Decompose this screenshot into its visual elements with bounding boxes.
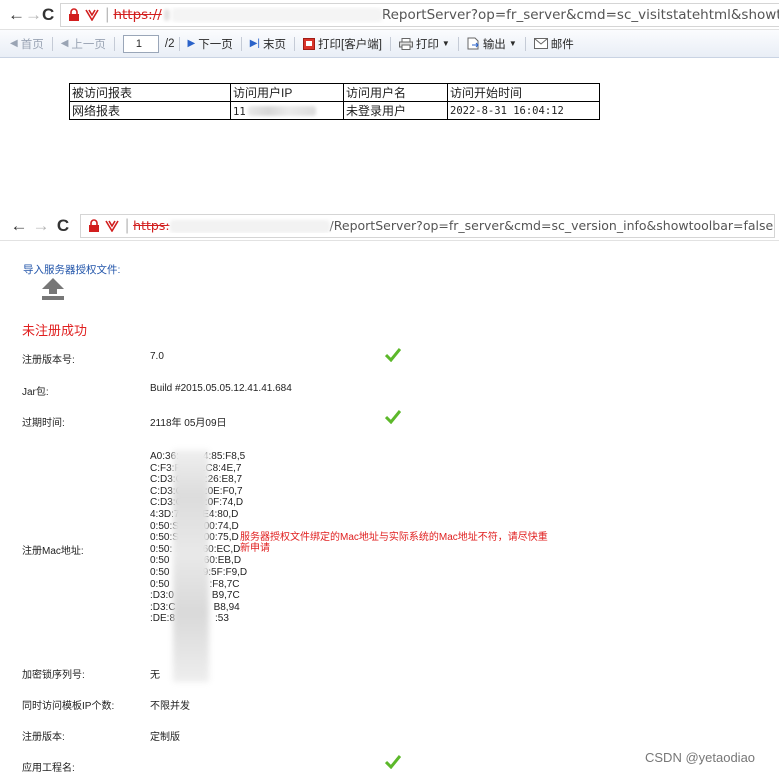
header-cell: 访问用户IP [230,83,344,102]
header-cell: 被访问报表 [69,83,231,102]
printer-icon [398,37,413,50]
next-page-button[interactable]: ▶ 下一页 [184,36,237,52]
lock-serial-value: 无 [150,670,160,681]
chevron-down-icon: ▼ [441,39,450,48]
reload-icon[interactable]: C [42,4,54,26]
reg-version-label: 注册版本号: [22,355,75,366]
security-warning-icon [83,6,101,24]
forward-icon[interactable]: → [25,4,42,26]
url-host-redacted [163,8,170,21]
url-host-redacted [169,220,330,233]
toolbar-divider [457,36,459,51]
toolbar-divider [389,36,391,51]
url-field[interactable]: | https://ReportServer?op=fr_server&cmd=… [60,2,779,27]
mail-icon [533,38,548,49]
header-cell: 访问开始时间 [447,83,600,102]
mac-mismatch-warning: 服务器授权文件绑定的Mac地址与实际系统的Mac地址不符，请尽快重新申请 [240,532,548,554]
registration-status: 未注册成功 [22,323,88,338]
back-icon[interactable]: ← [8,215,30,237]
last-page-button[interactable]: ▶| 末页 [246,36,290,52]
report-toolbar: ◀ 首页 ◀ 上一页 1 /2 ▶ 下一页 ▶| 末页 打印[客户端] 打印 ▼ 输出 ▼ … [0,30,779,58]
url-text: https:// ReportServer?op=fr_server&cmd=sc… [113,7,779,23]
lock-serial-label: 加密锁序列号: [22,670,85,681]
pdf-print-icon [303,37,315,50]
user-name-cell: 未登录用户 [343,101,448,120]
check-icon [385,348,401,362]
ip-redacted [247,106,316,117]
chevron-down-icon: ▼ [508,39,517,48]
url-path: /ReportServer?op=fr_server&cmd=sc_versio… [329,218,774,233]
header-cell: 访问用户名 [343,83,448,102]
app-name-label: 应用工程名: [22,763,75,774]
concurrent-ip-label: 同时访问模板IP个数: [22,701,115,712]
back-icon[interactable]: ← [8,4,25,26]
url-scheme: https: [133,218,170,233]
ip-prefix: 11 [233,105,246,118]
first-page-icon: ◀ [10,38,18,49]
first-page-button[interactable]: ◀ 首页 [6,36,48,52]
user-ip-cell: 11 [230,101,344,120]
csdn-watermark: CSDN @yetaodiao [645,750,756,765]
last-page-icon: ▶| [249,38,260,49]
table-header-row: 被访问报表 访问用户IP 访问用户名 访问开始时间 [69,83,600,102]
toolbar-divider [294,36,295,51]
jar-value: Build #2015.05.05.12.41.41.684 [150,383,292,394]
mac-label: 注册Mac地址: [22,546,84,557]
page-number-input[interactable]: 1 [122,34,159,53]
toolbar-divider [51,36,53,51]
expire-value: 2118年 05月09日 [150,418,227,429]
toolbar-divider [178,36,180,51]
prev-page-icon: ◀ [60,38,69,49]
reg-edition-value: 定制版 [150,732,180,743]
print-button[interactable]: 打印 ▼ [395,36,454,52]
table-row: 网络报表 11 未登录用户 2022-8-31 16:04:12 [69,101,600,120]
print-client-button[interactable]: 打印[客户端] [299,36,386,52]
url-field[interactable]: | https:/ReportServer?op=fr_server&cmd=s… [80,213,775,238]
page-total: /2 [164,37,175,50]
forward-icon[interactable]: → [30,215,52,237]
url-host-redacted [171,7,382,22]
export-button[interactable]: 输出 ▼ [463,36,521,52]
jar-label: Jar包: [22,387,49,398]
reload-icon[interactable]: C [52,215,74,237]
expire-label: 过期时间: [22,418,65,429]
concurrent-ip-value: 不限并发 [150,701,190,712]
browser-address-bar-2: ← → C | https:/ReportServer?op=fr_server… [0,211,779,241]
prev-page-button[interactable]: ◀ 上一页 [57,36,110,52]
upload-icon[interactable] [40,276,66,302]
toolbar-divider [113,36,115,51]
url-path: ReportServer?op=fr_server&cmd=sc_visitst… [381,6,779,23]
mac-redaction-blur [173,450,209,682]
security-warning-icon [103,217,121,235]
toolbar-divider [524,36,526,51]
browser-address-bar: ← → C | https://ReportServer?op=fr_serve… [0,0,779,30]
reg-version-value: 7.0 [150,351,164,362]
url-scheme: https:// [113,6,162,23]
insecure-lock-icon [85,217,103,235]
check-icon [385,755,401,769]
upload-license-label: 导入服务器授权文件: [23,264,121,276]
next-page-icon: ▶ [187,38,196,49]
mail-button[interactable]: 邮件 [530,36,578,52]
url-text: https: /ReportServer?op=fr_server&cmd=sc_… [133,218,773,233]
start-time-cell: 2022-8-31 16:04:12 [447,101,600,120]
export-icon [467,37,479,50]
reg-edition-label: 注册版本: [22,732,65,743]
insecure-lock-icon [65,6,83,24]
report-name-cell: 网络报表 [69,101,231,120]
check-icon [385,410,401,424]
toolbar-divider [240,36,242,51]
visit-state-table: 被访问报表 访问用户IP 访问用户名 访问开始时间 网络报表 11 未登录用户 … [69,83,600,120]
